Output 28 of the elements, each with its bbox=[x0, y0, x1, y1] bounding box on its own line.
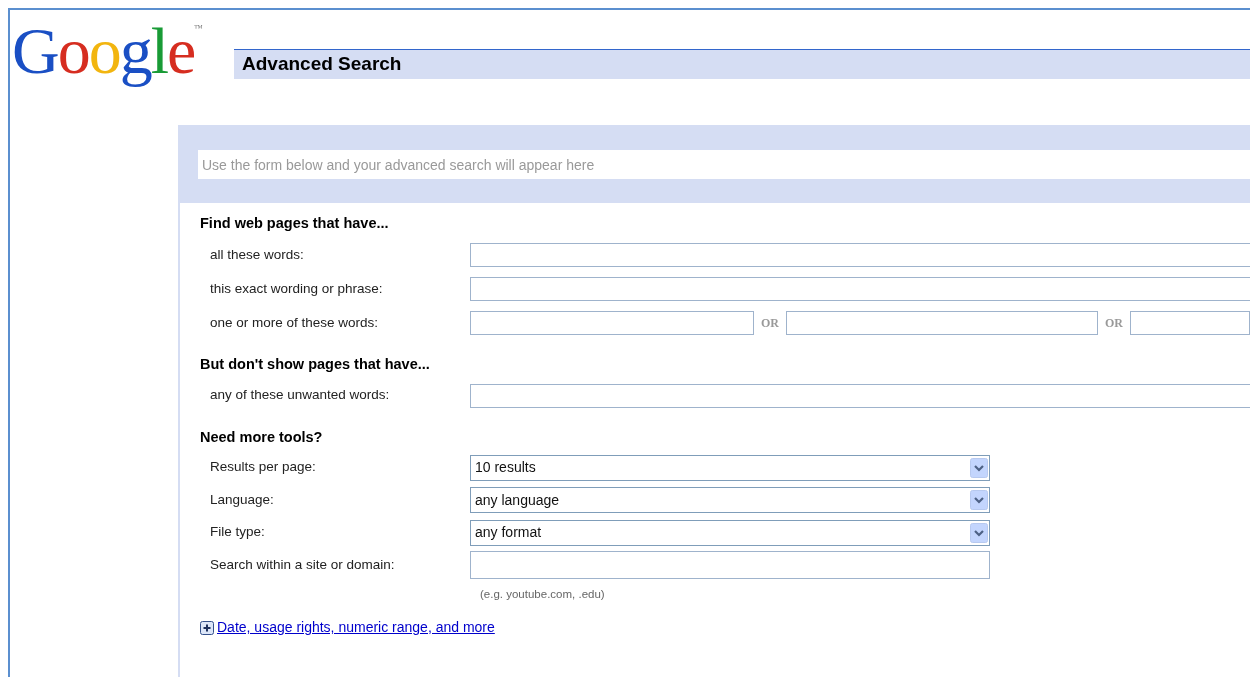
field-label: any of these unwanted words: bbox=[209, 386, 391, 405]
dropdown[interactable]: any language bbox=[470, 487, 990, 513]
field-label: one or more of these words: bbox=[209, 313, 380, 332]
text-field[interactable] bbox=[470, 383, 1250, 408]
or-separator: OR bbox=[1104, 314, 1124, 332]
field-label: this exact wording or phrase: bbox=[209, 279, 384, 298]
field-label: File type: bbox=[209, 523, 266, 542]
more-options-link[interactable]: Date, usage rights, numeric range, and more bbox=[217, 617, 495, 638]
field-label: Results per page: bbox=[209, 458, 317, 477]
dropdown[interactable]: 10 results bbox=[470, 454, 990, 481]
section-heading: But don't show pages that have... bbox=[200, 354, 431, 374]
text-field[interactable] bbox=[470, 310, 754, 335]
field-label: all these words: bbox=[209, 245, 305, 264]
text-field[interactable] bbox=[470, 276, 1250, 301]
text-field[interactable] bbox=[470, 551, 990, 580]
field-label: Language: bbox=[209, 490, 275, 509]
dropdown[interactable]: any format bbox=[470, 519, 990, 546]
text-field[interactable] bbox=[1130, 310, 1250, 335]
page-title: Advanced Search bbox=[242, 52, 402, 77]
plus-icon bbox=[200, 620, 214, 635]
section-heading: Need more tools? bbox=[200, 427, 324, 447]
text-field[interactable] bbox=[470, 242, 1250, 267]
field-label: Search within a site or domain: bbox=[209, 556, 396, 575]
hint-text: (e.g. youtube.com, .edu) bbox=[480, 586, 606, 602]
query-preview-field[interactable]: Use the form below and your advanced search will appear here bbox=[198, 150, 1250, 179]
text-field[interactable] bbox=[786, 310, 1098, 335]
or-separator: OR bbox=[760, 314, 780, 332]
section-heading: Find web pages that have... bbox=[200, 214, 390, 233]
